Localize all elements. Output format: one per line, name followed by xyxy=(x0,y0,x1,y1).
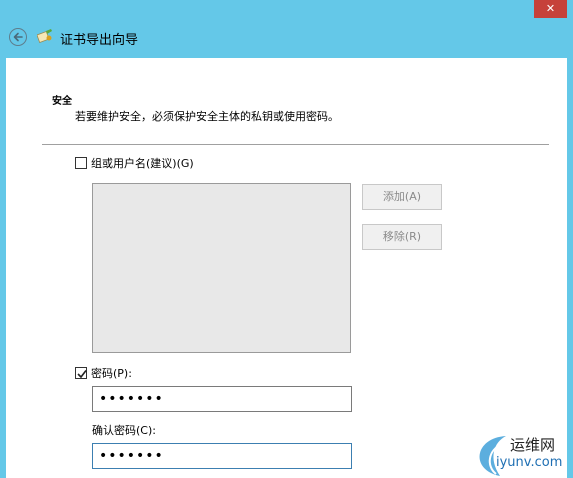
watermark-text: 运维网 xyxy=(510,436,556,454)
close-button[interactable]: ✕ xyxy=(534,0,567,18)
remove-button[interactable]: 移除(R) xyxy=(362,224,442,250)
confirm-password-field[interactable]: ••••••• xyxy=(92,443,352,469)
password-checkbox[interactable] xyxy=(75,367,87,379)
close-icon: ✕ xyxy=(545,2,556,15)
wizard-window: ✕ 证书导出向导 安全 若要维护安全，必须保护安全主体的私钥或使用密码。 组或用… xyxy=(0,0,573,478)
confirm-password-label: 确认密码(C): xyxy=(92,424,156,437)
wizard-content: 安全 若要维护安全，必须保护安全主体的私钥或使用密码。 组或用户名(建议)(G)… xyxy=(6,58,567,478)
section-title: 安全 xyxy=(52,96,72,107)
divider xyxy=(42,144,549,145)
watermark-url: iyunv.com xyxy=(496,455,563,470)
password-field[interactable]: ••••••• xyxy=(92,386,352,412)
title-bar: 证书导出向导 xyxy=(0,18,573,58)
checkmark-icon xyxy=(77,370,87,379)
window-title: 证书导出向导 xyxy=(60,33,139,48)
section-description: 若要维护安全，必须保护安全主体的私钥或使用密码。 xyxy=(75,110,339,123)
group-checkbox-label[interactable]: 组或用户名(建议)(G) xyxy=(91,155,194,171)
user-group-list[interactable] xyxy=(92,183,351,353)
back-arrow-icon xyxy=(13,32,23,42)
add-button[interactable]: 添加(A) xyxy=(362,184,442,210)
password-checkbox-label[interactable]: 密码(P): xyxy=(91,365,132,381)
back-button[interactable] xyxy=(9,28,27,46)
certificate-wizard-icon xyxy=(37,29,52,43)
group-checkbox[interactable] xyxy=(75,157,87,169)
